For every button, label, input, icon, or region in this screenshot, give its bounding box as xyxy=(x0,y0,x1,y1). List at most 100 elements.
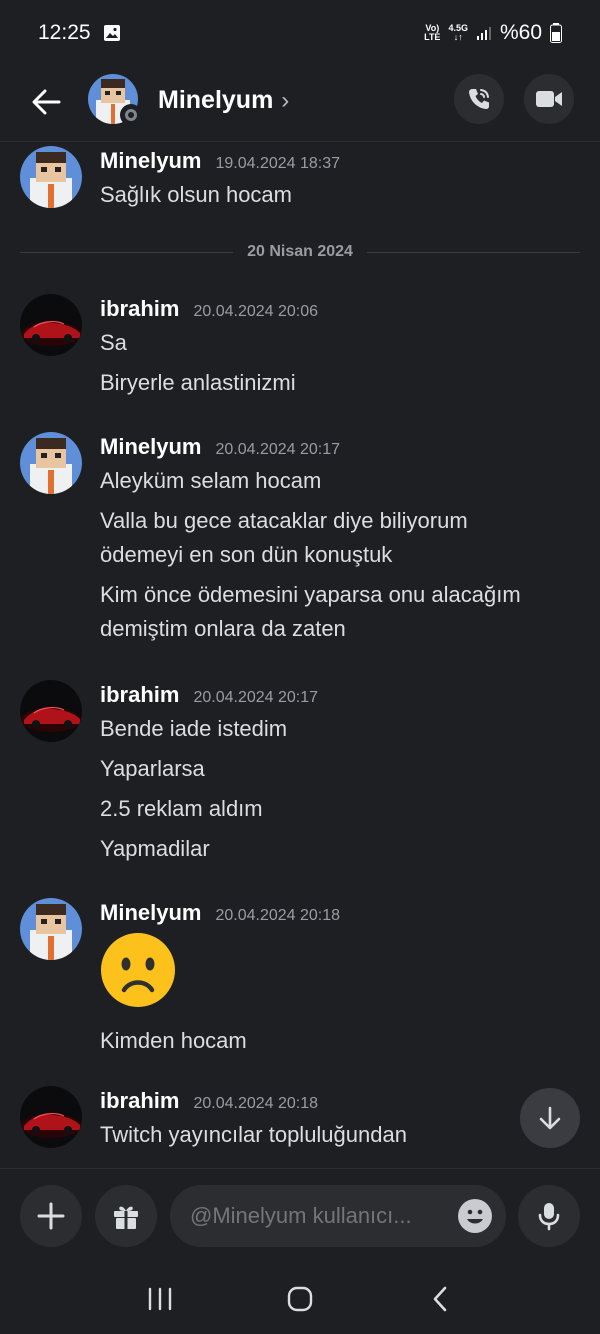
signal-icon xyxy=(476,27,491,40)
nav-back-button[interactable] xyxy=(415,1279,465,1319)
message-text[interactable]: Kim önce ödemesini yaparsa onu alacağım … xyxy=(100,578,580,646)
avatar-minelyum[interactable] xyxy=(20,432,82,494)
user-avatar[interactable] xyxy=(88,74,142,126)
frowning-face-emoji[interactable] xyxy=(100,932,176,1008)
author-name[interactable]: Minelyum xyxy=(100,434,201,460)
divider-line xyxy=(366,251,581,253)
red-car-avatar xyxy=(20,680,82,742)
phone-icon xyxy=(469,89,489,109)
avatar-ibrahim[interactable] xyxy=(20,1086,82,1148)
message-text[interactable]: Twitch yayıncılar topluluğundan xyxy=(100,1118,580,1152)
minecraft-skin-avatar xyxy=(20,146,82,208)
message-group[interactable]: Minelyum 19.04.2024 18:37 Sağlık olsun h… xyxy=(100,148,580,212)
message-text[interactable]: Sa xyxy=(100,326,580,360)
chat-title[interactable]: Minelyum › xyxy=(158,86,289,115)
status-left: 12:25 xyxy=(38,21,121,45)
avatar-minelyum[interactable] xyxy=(20,898,82,960)
voice-message-button[interactable] xyxy=(518,1185,580,1247)
chevron-left-icon xyxy=(433,1286,447,1312)
emoji-picker-button[interactable] xyxy=(458,1199,492,1233)
home-button[interactable] xyxy=(275,1279,325,1319)
divider-line xyxy=(20,251,234,253)
message-text[interactable]: 2.5 reklam aldım xyxy=(100,792,580,826)
red-car-avatar xyxy=(20,294,82,356)
timestamp: 20.04.2024 20:17 xyxy=(193,689,319,706)
gallery-notification-icon xyxy=(103,25,120,41)
message-header: ibrahim 20.04.2024 20:17 xyxy=(100,682,580,712)
minecraft-skin-avatar xyxy=(20,898,82,960)
status-indicator xyxy=(120,104,142,126)
timestamp: 20.04.2024 20:18 xyxy=(215,907,341,924)
status-right: Vo) LTE 4.5G ↓↑ %60 xyxy=(424,21,562,45)
message-group[interactable]: ibrahim 20.04.2024 20:17 Bende iade iste… xyxy=(100,682,580,866)
message-input[interactable] xyxy=(190,1203,440,1229)
message-header: Minelyum 20.04.2024 20:18 xyxy=(100,900,580,930)
message-text-line: demiştim onlara da zaten xyxy=(100,616,346,641)
message-input-wrapper xyxy=(170,1185,506,1247)
author-name[interactable]: ibrahim xyxy=(100,296,179,322)
video-camera-icon xyxy=(536,91,562,107)
message-text-line: Valla bu gece atacaklar diye biliyorum xyxy=(100,508,468,533)
timestamp: 20.04.2024 20:18 xyxy=(193,1095,319,1112)
message-composer xyxy=(0,1168,600,1264)
author-name[interactable]: Minelyum xyxy=(100,148,201,174)
microphone-icon xyxy=(538,1203,560,1231)
author-name[interactable]: Minelyum xyxy=(100,900,201,926)
minecraft-skin-avatar xyxy=(20,432,82,494)
arrow-down-icon xyxy=(539,1106,561,1130)
battery-percent: %60 xyxy=(499,21,542,44)
smiley-icon xyxy=(467,1209,483,1224)
message-group[interactable]: Minelyum 20.04.2024 20:17 Aleyküm selam … xyxy=(100,434,580,646)
author-name[interactable]: ibrahim xyxy=(100,682,179,708)
plus-icon xyxy=(37,1202,65,1230)
status-bar: 12:25 Vo) LTE 4.5G ↓↑ %60 xyxy=(0,0,600,66)
timestamp: 20.04.2024 20:06 xyxy=(193,303,319,320)
author-name[interactable]: ibrahim xyxy=(100,1088,179,1114)
message-header: Minelyum 19.04.2024 18:37 xyxy=(100,148,580,178)
back-button[interactable] xyxy=(28,84,64,120)
timestamp: 20.04.2024 20:17 xyxy=(215,441,341,458)
message-text[interactable]: Yapmadilar xyxy=(100,832,580,866)
message-header: ibrahim 20.04.2024 20:06 xyxy=(100,296,580,326)
avatar-minelyum[interactable] xyxy=(20,146,82,208)
message-group[interactable]: ibrahim 20.04.2024 20:06 Sa Biryerle anl… xyxy=(100,296,580,400)
frowning-face-icon xyxy=(101,933,175,1007)
network-type-indicator: 4.5G ↓↑ xyxy=(448,23,468,42)
message-text[interactable]: Aleyküm selam hocam xyxy=(100,464,580,498)
add-attachment-button[interactable] xyxy=(20,1185,82,1247)
date-divider-label: 20 Nisan 2024 xyxy=(247,243,353,260)
clock: 12:25 xyxy=(38,21,91,44)
date-divider: 20 Nisan 2024 xyxy=(20,240,581,264)
message-text[interactable]: Kimden hocam xyxy=(100,1024,580,1058)
chevron-right-icon: › xyxy=(281,86,290,114)
avatar-ibrahim[interactable] xyxy=(20,294,82,356)
chat-header: Minelyum › xyxy=(0,66,600,142)
recent-apps-button[interactable] xyxy=(135,1279,185,1319)
jump-to-bottom-button[interactable] xyxy=(520,1088,580,1148)
message-text-line: ödemeyi en son dün konuştuk xyxy=(100,542,393,567)
offline-dot xyxy=(125,109,137,121)
android-nav-bar xyxy=(0,1264,600,1334)
message-text[interactable]: Valla bu gece atacaklar diye biliyorum ö… xyxy=(100,504,580,572)
gift-icon xyxy=(114,1206,138,1229)
gift-button[interactable] xyxy=(95,1185,157,1247)
home-icon xyxy=(287,1286,313,1312)
chat-title-text: Minelyum xyxy=(158,86,274,114)
avatar-ibrahim[interactable] xyxy=(20,680,82,742)
voice-call-button[interactable] xyxy=(454,74,504,124)
volte-indicator: Vo) LTE xyxy=(424,23,441,42)
message-text[interactable]: Bende iade istedim xyxy=(100,712,580,746)
arrow-left-icon xyxy=(32,89,61,115)
message-header: Minelyum 20.04.2024 20:17 xyxy=(100,434,580,464)
message-text[interactable]: Sağlık olsun hocam xyxy=(100,178,580,212)
video-call-button[interactable] xyxy=(524,74,574,124)
message-group[interactable]: ibrahim 20.04.2024 20:18 Twitch yayıncıl… xyxy=(100,1088,580,1152)
timestamp: 19.04.2024 18:37 xyxy=(215,155,341,172)
red-car-avatar xyxy=(20,1086,82,1148)
message-text[interactable]: Biryerle anlastinizmi xyxy=(100,366,580,400)
message-group[interactable]: Minelyum 20.04.2024 20:18 Kimden hocam xyxy=(100,900,580,1058)
message-text[interactable]: Yaparlarsa xyxy=(100,752,580,786)
message-header: ibrahim 20.04.2024 20:18 xyxy=(100,1088,580,1118)
battery-icon xyxy=(550,23,562,43)
recent-apps-icon xyxy=(148,1287,172,1311)
